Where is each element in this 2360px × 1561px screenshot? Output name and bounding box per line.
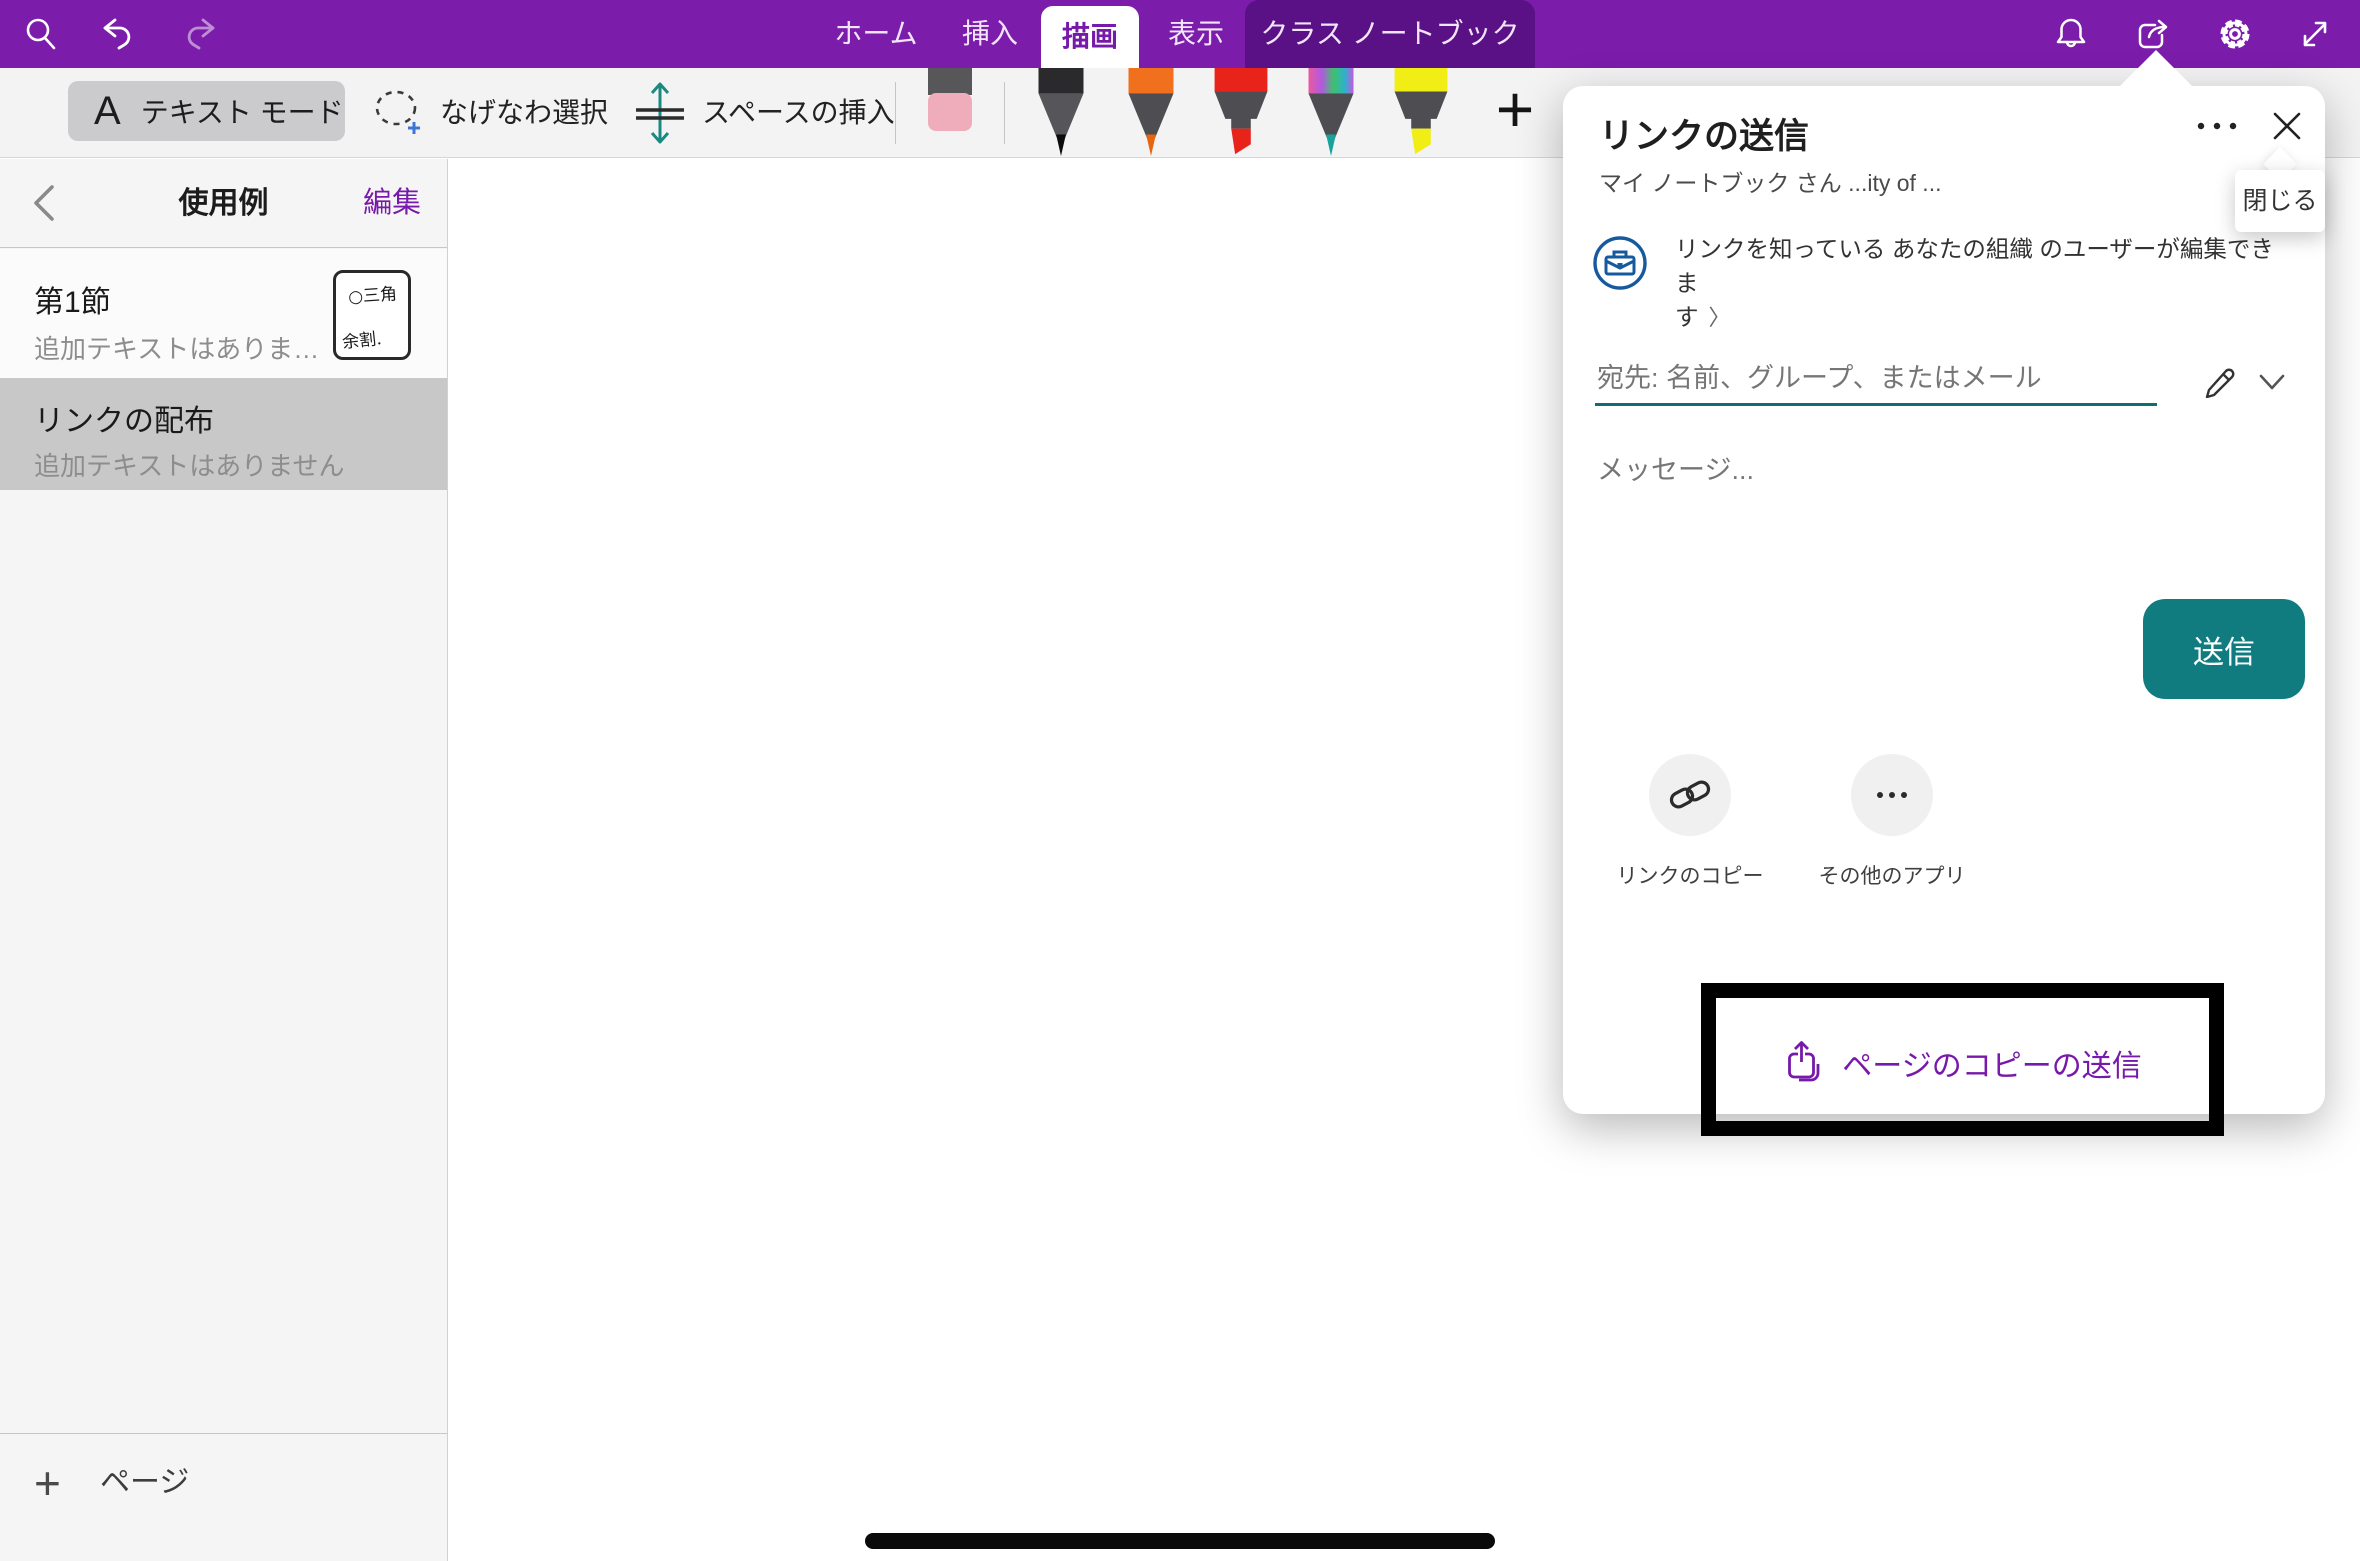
send-button[interactable]: 送信 (2143, 599, 2305, 699)
search-icon[interactable] (22, 15, 60, 53)
sidebar-footer-divider (0, 1433, 447, 1434)
link-icon (1668, 773, 1712, 817)
close-icon[interactable] (2263, 102, 2311, 150)
black-pen-icon[interactable] (1027, 68, 1095, 158)
lasso-select-label[interactable]: なげなわ選択 (440, 68, 608, 158)
send-link-dialog: リンクの送信 マイ ノートブック さん ...ity of ... リンクを知っ… (1563, 86, 2325, 1114)
page-item-1[interactable]: 第1節 追加テキストはありま… ○三角 余割. (0, 249, 447, 378)
onenote-app: ホーム 挿入 描画 表示 クラス ノートブック A テキスト モ (0, 0, 2360, 1561)
orange-pen-icon[interactable] (1117, 68, 1185, 158)
page-title: 第1節 (34, 277, 111, 321)
send-page-copy-label: ページのコピーの送信 (1842, 1041, 2141, 1085)
recipient-input[interactable] (1595, 354, 2157, 406)
add-page-button[interactable]: + ページ (0, 1443, 447, 1523)
eraser-tool-icon[interactable] (922, 68, 978, 134)
redo-icon[interactable] (182, 15, 220, 53)
text-mode-button[interactable]: A テキスト モード (68, 81, 345, 141)
message-input[interactable] (1595, 444, 2215, 496)
more-options-icon[interactable] (2191, 102, 2243, 150)
organization-briefcase-icon (1591, 234, 1649, 292)
add-pen-button[interactable]: + (1480, 68, 1550, 158)
dialog-title: リンクの送信 (1599, 108, 1809, 159)
expand-fullscreen-icon[interactable] (2296, 15, 2334, 53)
settings-gear-icon[interactable] (2216, 15, 2254, 53)
home-indicator-bar[interactable] (865, 1533, 1495, 1549)
copy-link-button[interactable] (1649, 754, 1731, 836)
edit-pages-button[interactable]: 編集 (363, 159, 421, 248)
page-title: リンクの配布 (34, 396, 214, 440)
insert-space-label[interactable]: スペースの挿入 (702, 68, 895, 158)
plus-icon: + (34, 1443, 61, 1523)
close-tooltip: 閉じる (2235, 170, 2325, 232)
share-icon[interactable] (2134, 15, 2172, 53)
lasso-select-icon[interactable] (372, 84, 424, 142)
tab-view[interactable]: 表示 (1158, 0, 1234, 68)
toolbar-divider (895, 82, 896, 144)
notebook-share-subtitle: マイ ノートブック さん ...ity of ... (1599, 164, 1941, 198)
send-copy-share-icon (1784, 1040, 1826, 1086)
more-apps-button[interactable] (1851, 754, 1933, 836)
more-apps-label: その他のアプリ (1797, 860, 1987, 890)
tab-draw[interactable]: 描画 (1041, 6, 1139, 68)
tab-insert[interactable]: 挿入 (950, 0, 1030, 68)
copy-link-label: リンクのコピー (1595, 860, 1785, 890)
tab-class-notebook[interactable]: クラス ノートブック (1245, 0, 1535, 68)
insert-space-icon[interactable] (630, 80, 690, 146)
text-mode-a-icon: A (94, 89, 121, 134)
page-item-2-selected[interactable]: リンクの配布 追加テキストはありません (0, 378, 447, 490)
page-subtitle: 追加テキストはありません (34, 446, 344, 483)
chevron-right-icon: 〉 (1709, 305, 1731, 330)
red-highlighter-icon[interactable] (1207, 68, 1275, 158)
page-thumbnail: ○三角 余割. (333, 270, 411, 360)
send-page-copy-button[interactable]: ページのコピーの送信 (1683, 1032, 2243, 1094)
yellow-highlighter-icon[interactable] (1387, 68, 1455, 158)
text-mode-label: テキスト モード (141, 91, 344, 131)
chevron-down-icon[interactable] (2257, 372, 2287, 394)
page-subtitle: 追加テキストはありま… (34, 329, 319, 366)
edit-pencil-icon[interactable] (2201, 362, 2237, 398)
ellipsis-icon (1870, 773, 1914, 817)
undo-icon[interactable] (98, 15, 136, 53)
share-popover-caret (2120, 50, 2192, 86)
thumbnail-ink-line: 余割. (341, 324, 383, 353)
toolbar-divider (1004, 82, 1005, 144)
rainbow-galaxy-pen-icon[interactable] (1297, 68, 1365, 158)
page-list-sidebar: 使用例 編集 第1節 追加テキストはありま… ○三角 余割. リンクの配布 追加… (0, 159, 448, 1561)
thumbnail-ink-line: ○三角 (347, 279, 397, 307)
add-page-label: ページ (100, 1443, 189, 1523)
permission-description: リンクを知っている あなたの組織 のユーザーが編集できま す〉 (1675, 232, 2295, 335)
app-titlebar: ホーム 挿入 描画 表示 クラス ノートブック (0, 0, 2360, 68)
notifications-bell-icon[interactable] (2052, 15, 2090, 53)
sidebar-header: 使用例 編集 (0, 159, 447, 248)
tab-home[interactable]: ホーム (826, 0, 926, 68)
